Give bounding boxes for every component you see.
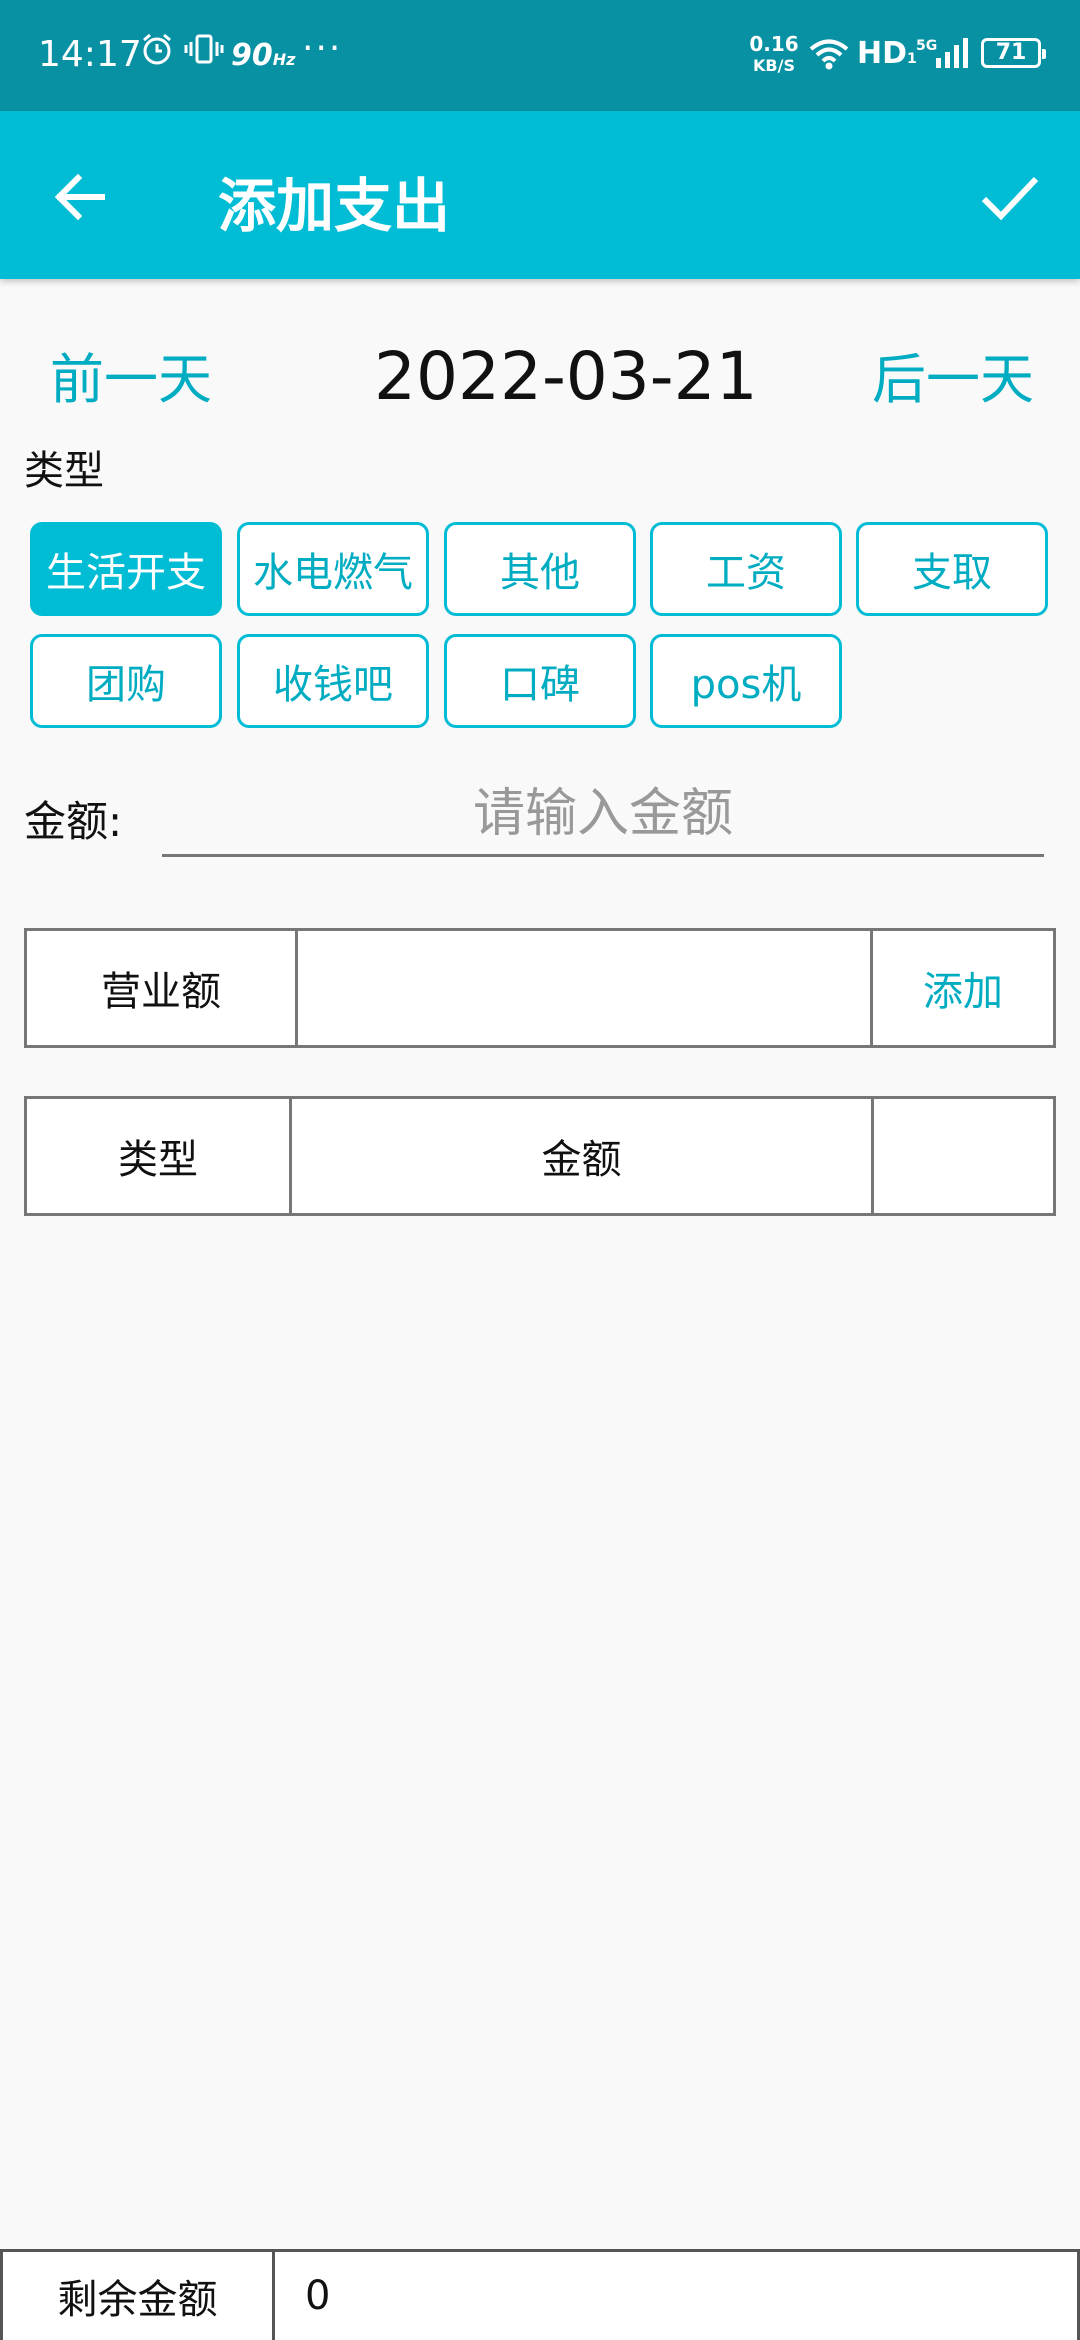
type-label: 类型: [24, 448, 104, 494]
column-header-action: [874, 1099, 1053, 1213]
alarm-icon: [140, 32, 174, 72]
more-notifications-icon: ···: [302, 28, 343, 69]
refresh-rate: 90Hz: [231, 38, 296, 73]
expense-table-header: 类型 金额: [24, 1096, 1056, 1216]
type-chip-koubei[interactable]: 口碑: [444, 634, 636, 728]
revenue-input[interactable]: [298, 931, 870, 1045]
type-chip-pos[interactable]: pos机: [650, 634, 842, 728]
remaining-amount-bar: 剩余金额 0: [0, 2249, 1080, 2340]
app-bar: 添加支出: [0, 111, 1080, 279]
remaining-amount-label: 剩余金额: [3, 2252, 275, 2340]
wifi-icon: [808, 38, 850, 74]
column-header-type: 类型: [27, 1099, 292, 1213]
add-revenue-button[interactable]: 添加: [873, 931, 1053, 1045]
signal-icon: [935, 38, 969, 72]
type-chip-shouqianba[interactable]: 收钱吧: [237, 634, 429, 728]
prev-day-button[interactable]: 前一天: [50, 335, 212, 414]
back-button[interactable]: [50, 167, 110, 227]
revenue-label: 营业额: [27, 931, 298, 1045]
remaining-amount-value: 0: [305, 2273, 331, 2319]
vibrate-icon: [184, 32, 224, 72]
next-day-button[interactable]: 后一天: [872, 335, 1034, 414]
arrow-left-icon: [54, 173, 105, 221]
battery-icon: 71: [981, 38, 1046, 68]
check-icon: [981, 176, 1039, 221]
column-header-amount: 金额: [292, 1099, 874, 1213]
page-title: 添加支出: [218, 172, 451, 240]
current-date[interactable]: 2022-03-21: [374, 338, 758, 415]
confirm-button[interactable]: [978, 167, 1042, 227]
type-chip-withdraw[interactable]: 支取: [856, 522, 1048, 616]
revenue-input-cell: [298, 931, 873, 1045]
type-chip-other[interactable]: 其他: [444, 522, 636, 616]
type-chip-utilities[interactable]: 水电燃气: [237, 522, 429, 616]
type-chip-salary[interactable]: 工资: [650, 522, 842, 616]
type-chip-living[interactable]: 生活开支: [30, 522, 222, 616]
hd-indicator: HD1: [857, 36, 917, 71]
amount-label: 金额:: [24, 797, 123, 846]
amount-input[interactable]: [162, 773, 1044, 857]
status-time: 14:17: [38, 34, 142, 75]
revenue-row: 营业额 添加: [24, 928, 1056, 1048]
network-speed: 0.16 KB/S: [749, 32, 799, 76]
status-bar: 14:17 90Hz ··· 0.16 KB/S HD1 5G 71: [0, 0, 1080, 111]
type-chip-groupbuy[interactable]: 团购: [30, 634, 222, 728]
